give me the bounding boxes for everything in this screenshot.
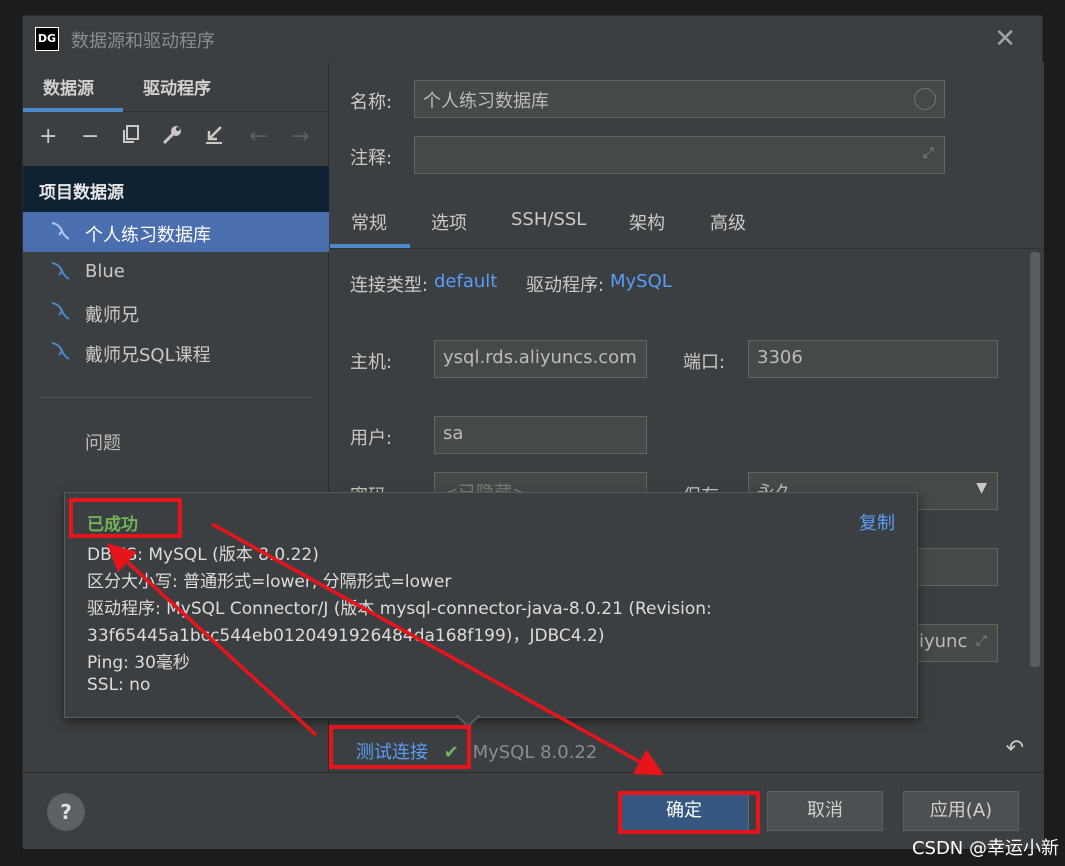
watermark: CSDN @幸运小新 (911, 838, 1059, 859)
arrow-to-status (106, 543, 318, 737)
arrow-to-ok (211, 522, 665, 776)
annotation-arrows (106, 522, 665, 776)
